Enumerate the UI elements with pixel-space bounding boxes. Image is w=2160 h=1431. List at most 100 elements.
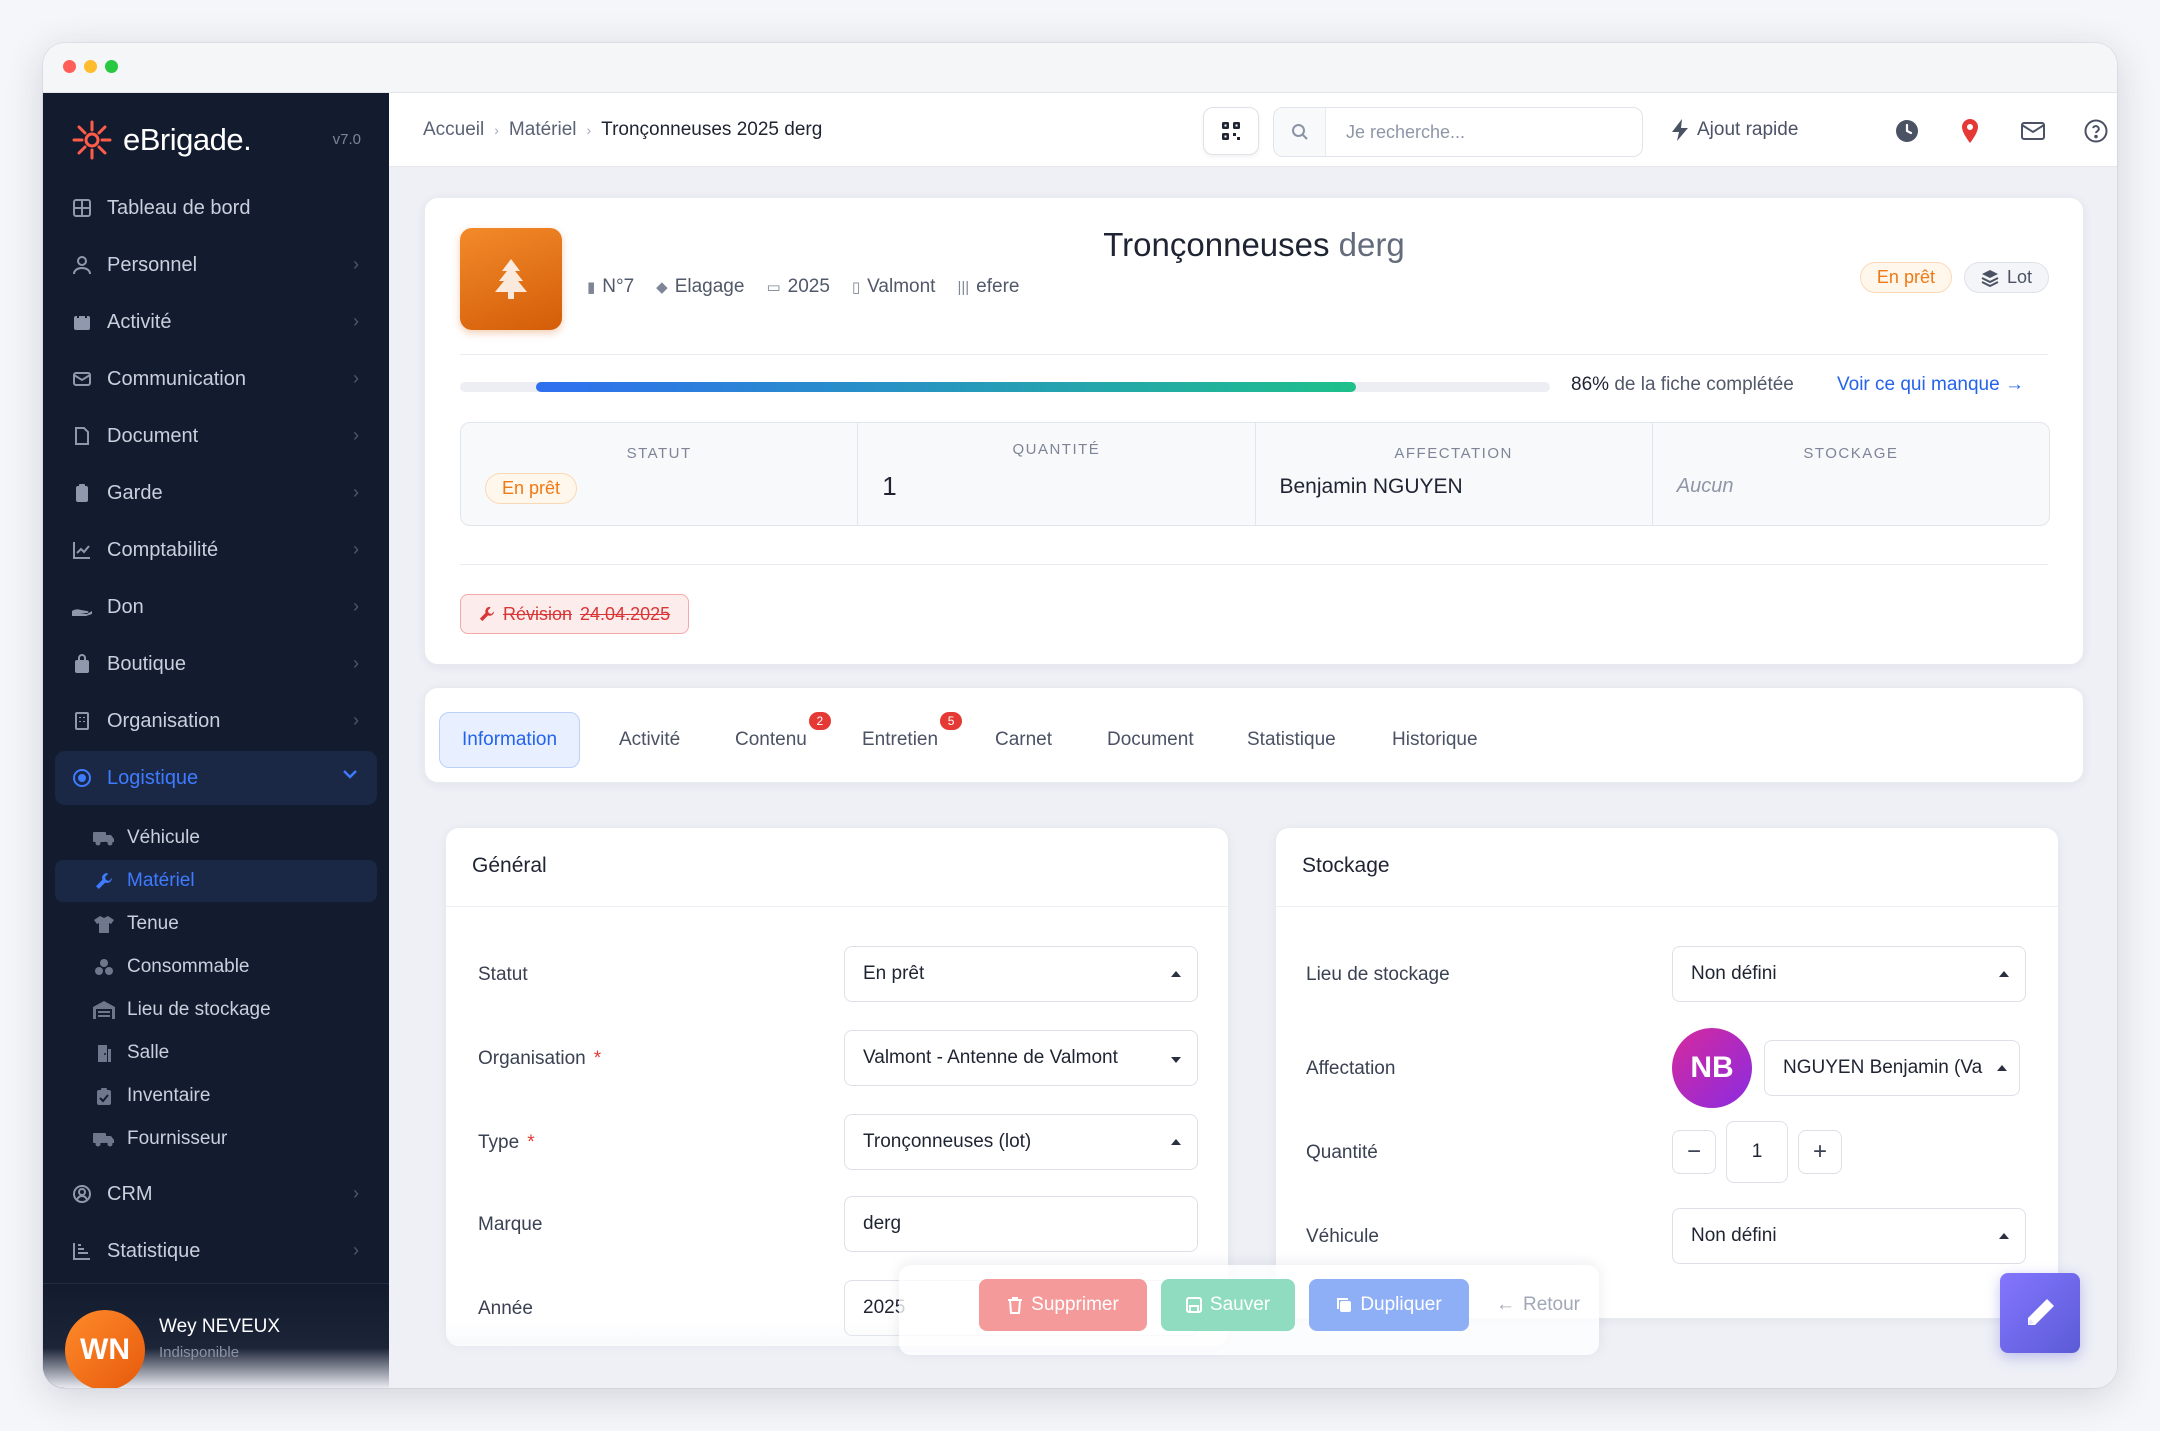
panel-title: Général — [472, 854, 547, 877]
sidebar-subitem-label: Consommable — [127, 956, 250, 977]
sidebar-subitem-label: Lieu de stockage — [127, 999, 271, 1020]
tab-information[interactable]: Information — [439, 712, 581, 768]
affectation-select[interactable]: NGUYEN Benjamin (Va — [1764, 1040, 2020, 1096]
tab-statistique[interactable]: Statistique — [1225, 712, 1358, 768]
save-button[interactable]: Sauver — [1161, 1279, 1295, 1331]
completion-progress-fill — [536, 382, 1356, 392]
completion-progress-bar — [460, 382, 1550, 392]
back-button[interactable]: ← Retour — [1483, 1279, 1593, 1331]
tab-activite[interactable]: Activité — [597, 712, 702, 768]
stats-icon — [71, 1240, 93, 1262]
divider — [1276, 906, 2058, 907]
delete-button[interactable]: Supprimer — [979, 1279, 1147, 1331]
brand-logo[interactable]: eBrigade. — [71, 115, 252, 165]
tab-historique[interactable]: Historique — [1370, 712, 1500, 768]
sidebar-item-label: Activité — [107, 310, 172, 333]
ebrigade-logo-icon — [72, 120, 112, 160]
sidebar-subitem-lieu-de-stockage[interactable]: Lieu de stockage — [55, 989, 377, 1031]
tab-carnet[interactable]: Carnet — [973, 712, 1074, 768]
location-button[interactable] — [1955, 116, 1985, 146]
sidebar-item-personnel[interactable]: Personnel › — [55, 238, 377, 292]
save-label: Sauver — [1209, 1294, 1271, 1315]
caret-up-icon — [1997, 1065, 2007, 1071]
sidebar-item-crm[interactable]: CRM › — [55, 1167, 377, 1221]
quick-add-button[interactable]: Ajout rapide — [1671, 119, 1798, 141]
chevron-down-icon — [341, 765, 359, 788]
sidebar-item-boutique[interactable]: Boutique › — [55, 637, 377, 691]
see-missing-link[interactable]: Voir ce qui manque → — [1837, 374, 2024, 396]
type-select[interactable]: Tronçonneuses (lot) — [844, 1114, 1198, 1170]
edit-fab-button[interactable] — [2000, 1273, 2080, 1353]
sidebar-item-garde[interactable]: Garde › — [55, 466, 377, 520]
window-titlebar — [43, 43, 2117, 93]
sidebar-subitem-inventaire[interactable]: Inventaire — [55, 1075, 377, 1117]
history-clock-button[interactable] — [1892, 116, 1922, 146]
input-value: derg — [863, 1213, 902, 1234]
revision-badge[interactable]: Révision 24.04.2025 — [460, 594, 690, 634]
stat-value[interactable]: Benjamin NGUYEN — [1280, 475, 1463, 499]
meta-category: ◆ Elagage — [656, 276, 744, 298]
lieu-stockage-select[interactable]: Non défini — [1672, 946, 2026, 1002]
tab-contenu[interactable]: Contenu 2 — [713, 712, 831, 768]
sidebar-item-document[interactable]: Document › — [55, 409, 377, 463]
copy-icon — [1337, 1298, 1352, 1312]
vehicule-select[interactable]: Non défini — [1672, 1208, 2026, 1264]
sidebar-item-comptabilite[interactable]: Comptabilité › — [55, 523, 377, 577]
user-panel[interactable]: WN Wey NEVEUX Indisponible — [43, 1288, 389, 1388]
lot-badge-label: Lot — [2006, 267, 2032, 287]
sidebar-subitem-label: Fournisseur — [127, 1128, 228, 1149]
sidebar-item-organisation[interactable]: Organisation › — [55, 694, 377, 748]
sidebar-subitem-materiel[interactable]: Matériel — [55, 860, 377, 902]
topbar: Accueil › Matériel › Tronçonneuses 2025 … — [389, 93, 2117, 167]
required-asterisk: * — [593, 1048, 602, 1069]
tab-document[interactable]: Document — [1085, 712, 1216, 768]
select-value: Tronçonneuses (lot) — [863, 1131, 1032, 1152]
quantity-input[interactable]: 1 — [1726, 1121, 1788, 1183]
maximize-window-dot[interactable] — [105, 60, 118, 73]
quantity-increment-button[interactable]: + — [1798, 1130, 1842, 1174]
grid-icon — [71, 197, 93, 219]
shirt-icon — [93, 915, 115, 933]
marque-input[interactable]: derg — [844, 1196, 1198, 1252]
help-button[interactable] — [2081, 116, 2111, 146]
version-label: v7.0 — [332, 131, 361, 148]
tab-label: Contenu — [735, 729, 807, 750]
back-label: Retour — [1522, 1294, 1581, 1315]
stat-statut: STATUT En prêt — [461, 423, 859, 525]
field-label: Véhicule — [1306, 1226, 1379, 1247]
stat-affectation: AFFECTATION Benjamin NGUYEN — [1256, 423, 1653, 525]
sidebar-item-communication[interactable]: Communication › — [55, 352, 377, 406]
sidebar-item-don[interactable]: Don › — [55, 580, 377, 634]
action-bar: Supprimer Sauver Dupliquer ← Retour — [899, 1265, 1599, 1355]
sidebar-subitem-consommable[interactable]: Consommable — [55, 946, 377, 988]
sidebar-subitem-vehicule[interactable]: Véhicule — [55, 817, 377, 859]
tab-entretien[interactable]: Entretien 5 — [840, 712, 963, 768]
field-label: Quantité — [1306, 1142, 1378, 1163]
sidebar-item-label: Comptabilité — [107, 538, 219, 561]
revision-label: Révision — [503, 603, 573, 624]
sidebar-subitem-fournisseur[interactable]: Fournisseur — [55, 1118, 377, 1160]
required-asterisk: * — [527, 1132, 535, 1153]
quantity-decrement-button[interactable]: − — [1672, 1130, 1716, 1174]
meta-year: ▭ 2025 — [766, 276, 829, 298]
sidebar-item-tableau-de-bord[interactable]: Tableau de bord — [55, 181, 377, 235]
search-input[interactable] — [1326, 121, 1626, 143]
duplicate-button[interactable]: Dupliquer — [1309, 1279, 1469, 1331]
chevron-right-icon: › — [353, 653, 359, 673]
sidebar-item-logistique[interactable]: Logistique — [55, 751, 377, 805]
breadcrumb-materiel[interactable]: Matériel — [509, 119, 577, 141]
minimize-window-dot[interactable] — [84, 60, 97, 73]
statut-select[interactable]: En prêt — [844, 946, 1198, 1002]
close-window-dot[interactable] — [63, 60, 76, 73]
sidebar-item-activite[interactable]: Activité › — [55, 295, 377, 349]
meta-location: ▯ Valmont — [852, 276, 936, 298]
sidebar-subitem-tenue[interactable]: Tenue — [55, 903, 377, 945]
organisation-select[interactable]: Valmont - Antenne de Valmont — [844, 1030, 1198, 1086]
messages-button[interactable] — [2018, 116, 2048, 146]
truck-icon — [93, 1131, 115, 1147]
breadcrumb-home[interactable]: Accueil — [423, 119, 484, 141]
qr-scan-button[interactable] — [1203, 107, 1259, 155]
sidebar-item-statistique[interactable]: Statistique › — [55, 1224, 377, 1278]
sidebar-subitem-salle[interactable]: Salle — [55, 1032, 377, 1074]
user-avatar[interactable]: WN — [65, 1310, 145, 1388]
